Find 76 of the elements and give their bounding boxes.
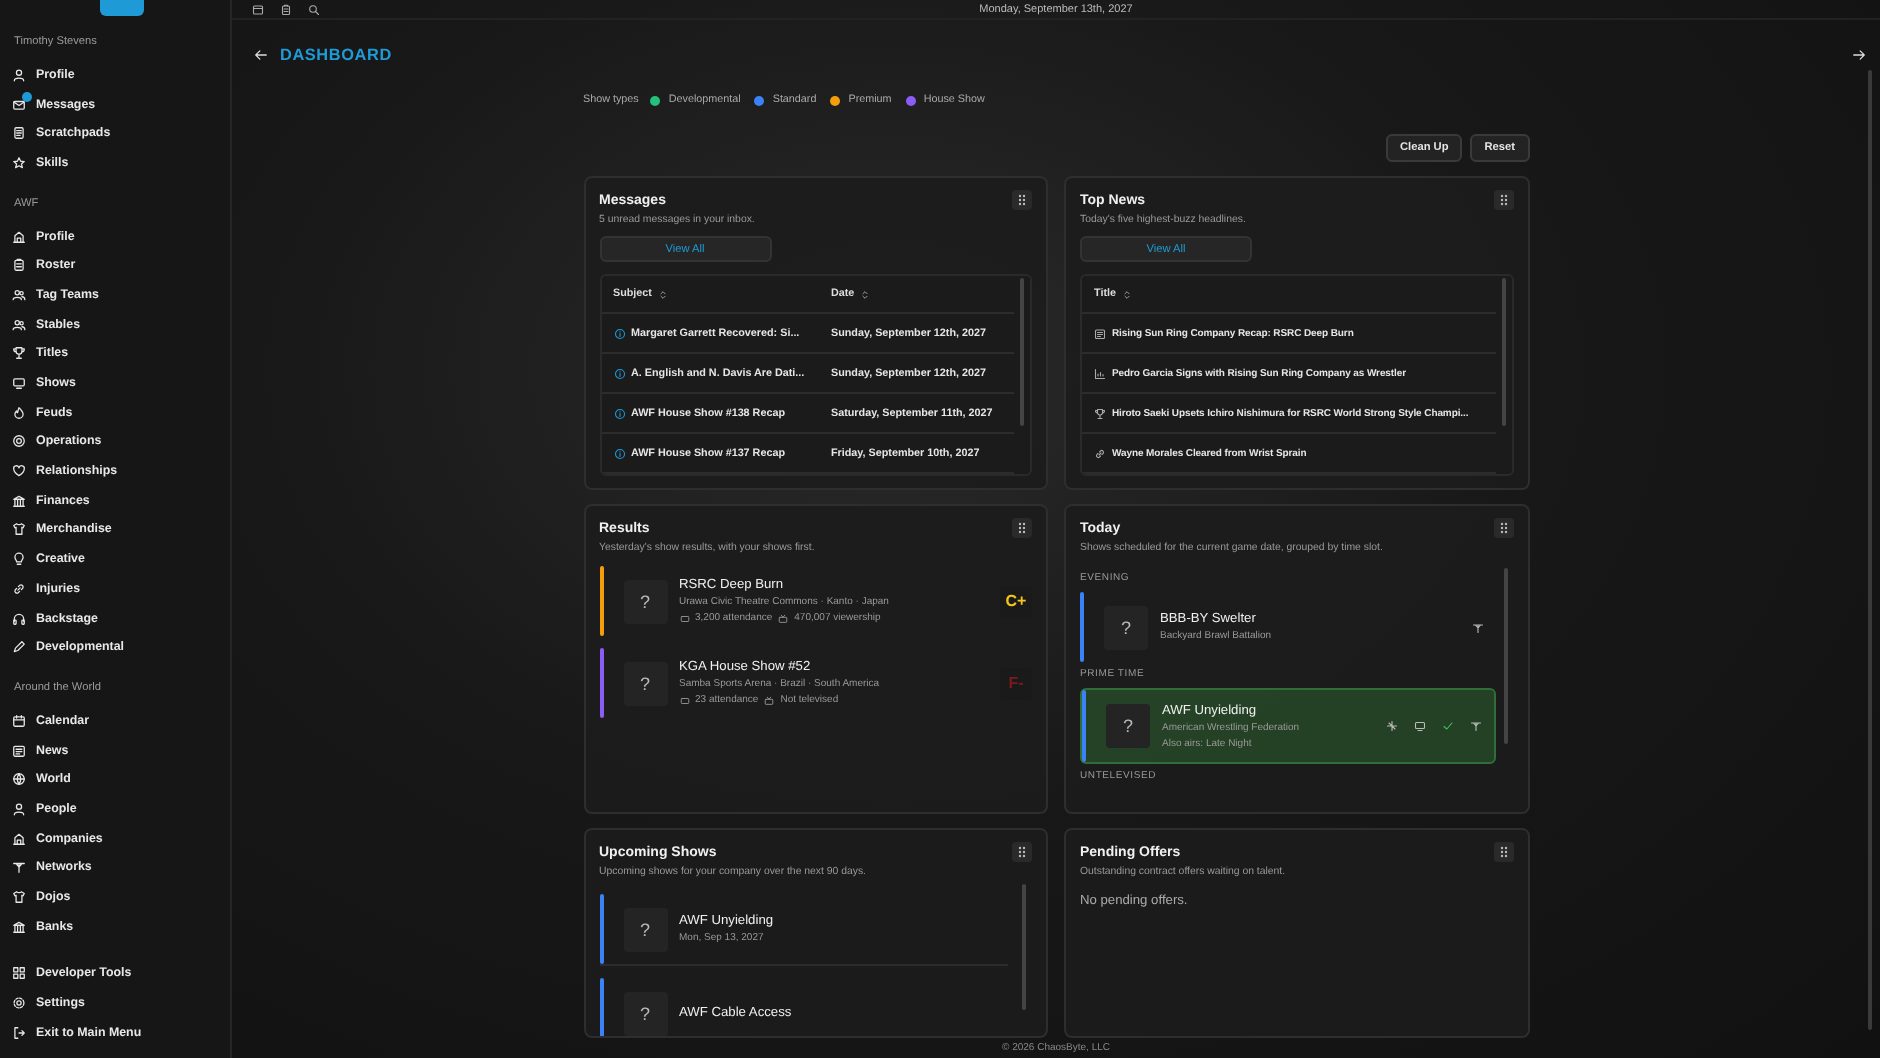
bank-icon xyxy=(12,493,26,508)
question-mark: ? xyxy=(1122,716,1133,736)
forward-icon[interactable] xyxy=(1852,48,1866,62)
sort-icon xyxy=(1121,289,1132,299)
tv-icon xyxy=(778,613,789,623)
heart-icon xyxy=(12,464,26,479)
pencil-icon xyxy=(12,640,26,655)
tv-icon xyxy=(764,695,775,705)
sparkle-icon xyxy=(1385,720,1397,732)
newspaper-icon xyxy=(12,743,26,758)
grip-icon xyxy=(1495,520,1511,536)
person-icon xyxy=(12,67,26,82)
monitor-icon xyxy=(1413,720,1425,732)
window-icon xyxy=(252,3,264,15)
ticket-icon xyxy=(679,695,689,705)
menu-button[interactable] xyxy=(1493,518,1513,538)
question-mark: ? xyxy=(1120,617,1131,637)
grip-icon xyxy=(1014,520,1030,536)
grip-icon xyxy=(1014,844,1030,860)
check-icon xyxy=(1441,720,1453,732)
building-icon xyxy=(12,229,26,244)
people-icon xyxy=(12,317,26,332)
antenna-icon xyxy=(1471,621,1483,633)
exit-icon xyxy=(12,1025,26,1040)
monitor-icon xyxy=(12,376,26,391)
star-icon xyxy=(12,155,26,170)
info-icon xyxy=(613,327,625,339)
gear-icon xyxy=(12,996,26,1011)
sort-icon xyxy=(860,289,871,299)
menu-button[interactable] xyxy=(1012,518,1032,538)
chart-icon xyxy=(1094,367,1106,379)
trophy-icon xyxy=(12,346,26,361)
menu-button[interactable] xyxy=(1012,842,1032,862)
target-icon xyxy=(12,434,26,449)
back-icon[interactable] xyxy=(254,48,268,62)
person-icon xyxy=(12,801,26,816)
scrollbar xyxy=(1022,884,1026,1010)
ticket-icon xyxy=(679,613,689,623)
calendar-icon xyxy=(12,713,26,728)
link-icon xyxy=(1094,447,1106,459)
newspaper-icon xyxy=(1094,327,1106,339)
notepad-icon xyxy=(12,126,26,141)
info-icon xyxy=(613,447,625,459)
info-icon xyxy=(613,367,625,379)
trophy-icon xyxy=(1094,407,1106,419)
grip-icon xyxy=(1014,192,1030,208)
grip-icon xyxy=(1495,192,1511,208)
antenna-icon xyxy=(12,860,26,875)
bulb-icon xyxy=(12,552,26,567)
question-mark: ? xyxy=(639,673,650,693)
clipboard-icon xyxy=(280,3,292,15)
grip-icon xyxy=(1495,844,1511,860)
people-icon xyxy=(12,287,26,302)
page-title: DASHBOARD xyxy=(280,46,392,64)
building-icon xyxy=(12,831,26,846)
link-icon xyxy=(12,581,26,596)
question-mark: ? xyxy=(639,1003,650,1023)
question-mark: ? xyxy=(639,591,650,611)
menu-button[interactable] xyxy=(1493,842,1513,862)
flame-icon xyxy=(12,405,26,420)
envelope-icon xyxy=(12,97,26,112)
logo-mark xyxy=(100,0,144,16)
shirt-icon xyxy=(12,522,26,537)
clipboard-icon xyxy=(12,258,26,273)
grid-icon xyxy=(12,966,26,981)
globe-icon xyxy=(12,772,26,787)
headphones-icon xyxy=(12,611,26,626)
sort-icon xyxy=(657,289,668,299)
menu-button[interactable] xyxy=(1012,190,1032,210)
info-icon xyxy=(613,407,625,419)
shirt-icon xyxy=(12,890,26,905)
antenna-icon xyxy=(1469,720,1481,732)
question-mark: ? xyxy=(639,919,650,939)
bank-icon xyxy=(12,919,26,934)
menu-button[interactable] xyxy=(1493,190,1513,210)
search-icon xyxy=(308,3,320,15)
